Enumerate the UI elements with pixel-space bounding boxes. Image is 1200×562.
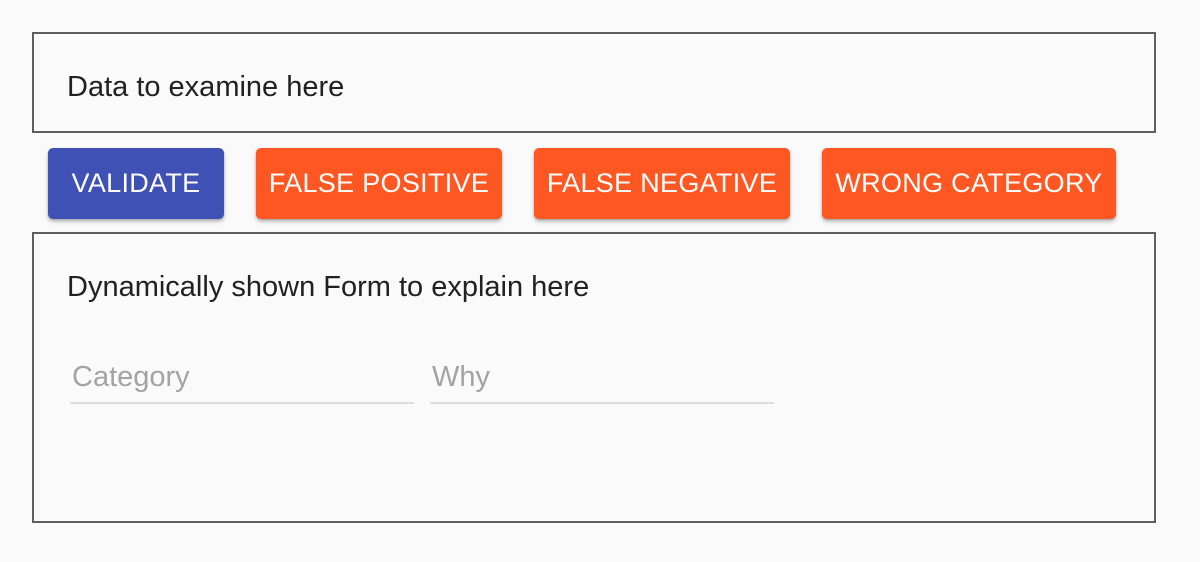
false-positive-button[interactable]: FALSE POSITIVE (256, 148, 502, 219)
explanation-form-panel: Dynamically shown Form to explain here (32, 232, 1156, 523)
validate-button[interactable]: VALIDATE (48, 148, 224, 219)
form-title: Dynamically shown Form to explain here (67, 271, 590, 303)
false-negative-button[interactable]: FALSE NEGATIVE (534, 148, 790, 219)
data-panel-text: Data to examine here (67, 71, 345, 103)
category-input[interactable] (70, 352, 414, 402)
why-input[interactable] (430, 352, 774, 402)
data-panel: Data to examine here (32, 32, 1156, 133)
category-field (70, 352, 414, 404)
wrong-category-button[interactable]: WRONG CATEGORY (822, 148, 1116, 219)
why-field (430, 352, 774, 404)
